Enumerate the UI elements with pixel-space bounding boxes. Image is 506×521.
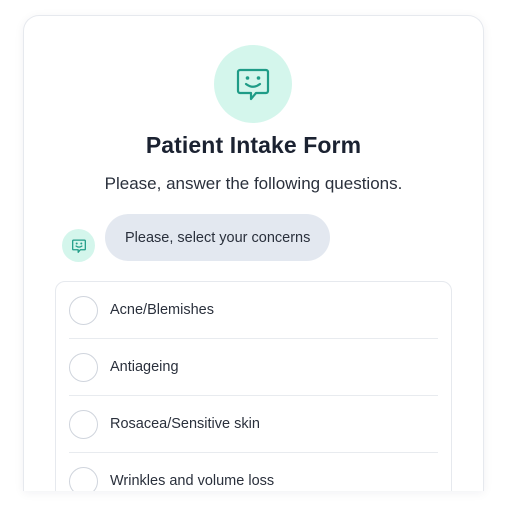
smiley-chat-icon bbox=[71, 238, 86, 253]
radio-button[interactable] bbox=[69, 466, 98, 491]
option-acne-blemishes[interactable]: Acne/Blemishes bbox=[69, 282, 438, 339]
page-subtitle: Please, answer the following questions. bbox=[104, 174, 403, 193]
assistant-avatar-small bbox=[62, 229, 95, 262]
option-wrinkles-volume-loss[interactable]: Wrinkles and volume loss bbox=[69, 453, 438, 491]
concerns-options-list: Acne/Blemishes Antiageing Rosacea/Sensit… bbox=[55, 281, 452, 491]
smiley-chat-icon bbox=[236, 68, 270, 101]
option-label: Acne/Blemishes bbox=[110, 302, 214, 318]
option-antiageing[interactable]: Antiageing bbox=[69, 339, 438, 396]
option-label: Rosacea/Sensitive skin bbox=[110, 416, 260, 432]
option-label: Wrinkles and volume loss bbox=[110, 473, 275, 489]
option-label: Antiageing bbox=[110, 359, 179, 375]
chat-prompt-text: Please, select your concerns bbox=[125, 229, 311, 246]
chat-prompt-bubble: Please, select your concerns bbox=[105, 214, 331, 261]
radio-button[interactable] bbox=[69, 295, 98, 325]
radio-button[interactable] bbox=[69, 409, 98, 439]
radio-button[interactable] bbox=[69, 352, 98, 382]
option-rosacea-sensitive-skin[interactable]: Rosacea/Sensitive skin bbox=[69, 396, 438, 453]
assistant-avatar-large bbox=[214, 45, 292, 123]
page-title: Patient Intake Form bbox=[145, 132, 362, 158]
intake-form-card: Patient Intake Form Please, answer the f… bbox=[23, 15, 484, 491]
